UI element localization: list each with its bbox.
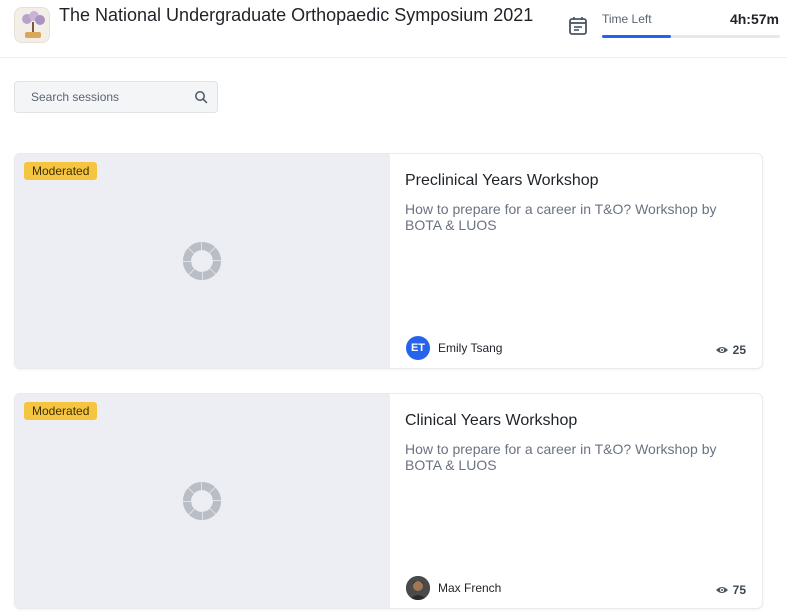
session-speaker[interactable]: ET Emily Tsang (406, 336, 502, 360)
session-title[interactable]: Preclinical Years Workshop (405, 172, 599, 190)
time-left-label: Time Left (602, 12, 652, 26)
loading-spinner-icon (181, 240, 223, 282)
session-speaker[interactable]: Max French (406, 576, 501, 600)
session-content: Preclinical Years Workshop How to prepar… (390, 154, 762, 368)
search-input[interactable] (15, 82, 191, 112)
eye-icon (715, 347, 728, 353)
search-box (14, 81, 218, 113)
moderated-badge: Moderated (24, 162, 98, 180)
eye-icon (715, 587, 728, 593)
time-left-progress-fill (602, 35, 672, 38)
avatar (406, 576, 430, 600)
loading-spinner-icon (181, 480, 223, 522)
calendar-icon[interactable] (566, 14, 590, 38)
view-count-value: 25 (732, 343, 746, 357)
session-card[interactable]: Moderated Preclinical Years Workshop How… (14, 153, 763, 369)
moderated-badge: Moderated (24, 402, 98, 420)
session-title[interactable]: Clinical Years Workshop (405, 412, 577, 430)
session-card[interactable]: Moderated Clinical Years Workshop How to… (14, 393, 763, 609)
time-left-value: 4h:57m (729, 11, 779, 27)
view-count: 25 (715, 343, 746, 357)
search-icon[interactable] (194, 90, 208, 104)
view-count: 75 (715, 583, 746, 597)
top-header: The National Undergraduate Orthopaedic S… (0, 0, 787, 58)
event-title: The National Undergraduate Orthopaedic S… (59, 5, 534, 25)
view-count-value: 75 (732, 583, 746, 597)
event-logo-icon[interactable] (14, 7, 50, 43)
speaker-name: Emily Tsang (438, 341, 503, 355)
session-content: Clinical Years Workshop How to prepare f… (390, 394, 762, 608)
session-description: How to prepare for a career in T&O? Work… (405, 441, 717, 473)
session-thumbnail[interactable]: Moderated (15, 394, 390, 608)
avatar: ET (406, 336, 430, 360)
time-left-progress (602, 35, 780, 38)
session-description: How to prepare for a career in T&O? Work… (405, 201, 717, 233)
session-thumbnail[interactable]: Moderated (15, 154, 390, 368)
speaker-name: Max French (438, 581, 502, 595)
